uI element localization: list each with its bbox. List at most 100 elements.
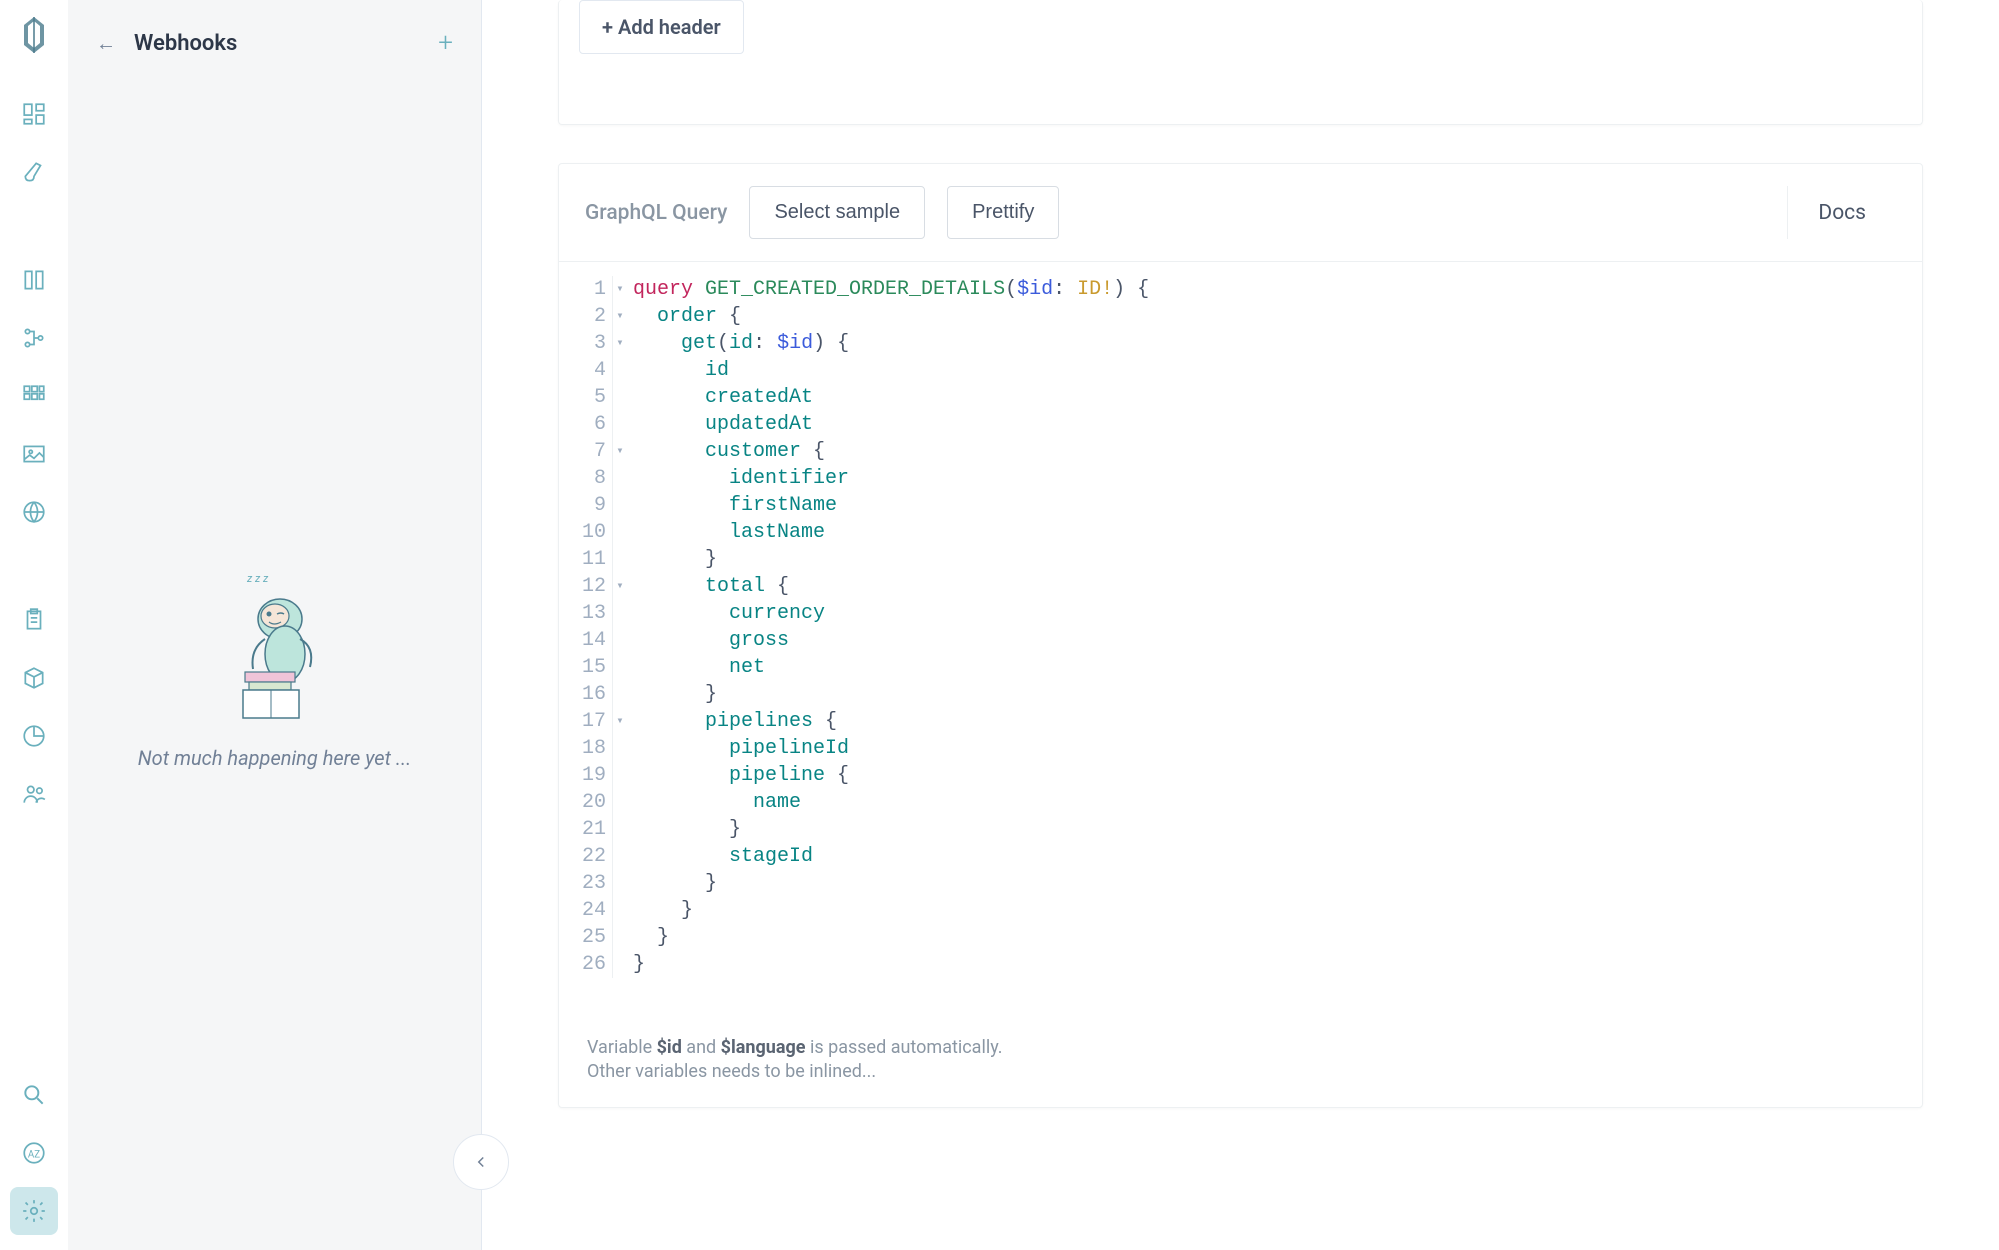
clipboard-icon[interactable] xyxy=(10,596,58,644)
fold-marker xyxy=(613,519,627,546)
code-line[interactable]: query GET_CREATED_ORDER_DETAILS($id: ID!… xyxy=(633,276,1922,303)
code-line[interactable]: } xyxy=(633,681,1922,708)
collapse-panel-button[interactable] xyxy=(453,1134,509,1190)
fold-marker xyxy=(613,465,627,492)
prettify-button[interactable]: Prettify xyxy=(947,186,1059,239)
code-line[interactable]: lastName xyxy=(633,519,1922,546)
line-number: 7 xyxy=(559,438,606,465)
fold-marker xyxy=(613,735,627,762)
code-line[interactable]: customer { xyxy=(633,438,1922,465)
panel-title: Webhooks xyxy=(134,31,420,56)
fold-marker[interactable]: ▾ xyxy=(613,708,627,735)
code-line[interactable]: createdAt xyxy=(633,384,1922,411)
fold-marker xyxy=(613,816,627,843)
line-number: 18 xyxy=(559,735,606,762)
line-number: 23 xyxy=(559,870,606,897)
line-number: 11 xyxy=(559,546,606,573)
code-line[interactable]: total { xyxy=(633,573,1922,600)
fold-marker xyxy=(613,681,627,708)
fold-marker xyxy=(613,600,627,627)
line-number: 15 xyxy=(559,654,606,681)
fold-marker[interactable]: ▾ xyxy=(613,438,627,465)
code-line[interactable]: } xyxy=(633,816,1922,843)
line-number: 4 xyxy=(559,357,606,384)
line-number: 16 xyxy=(559,681,606,708)
code-line[interactable]: name xyxy=(633,789,1922,816)
fold-marker[interactable]: ▾ xyxy=(613,276,627,303)
translate-icon[interactable]: AZ xyxy=(10,1129,58,1177)
line-number: 19 xyxy=(559,762,606,789)
fold-marker[interactable]: ▾ xyxy=(613,573,627,600)
code-line[interactable]: id xyxy=(633,357,1922,384)
grid-icon[interactable] xyxy=(10,372,58,420)
fold-marker xyxy=(613,762,627,789)
nav-rail: AZ xyxy=(0,0,68,1250)
fold-marker xyxy=(613,357,627,384)
code-line[interactable]: stageId xyxy=(633,843,1922,870)
settings-icon[interactable] xyxy=(10,1187,58,1235)
design-icon[interactable] xyxy=(10,148,58,196)
code-line[interactable]: updatedAt xyxy=(633,411,1922,438)
code-line[interactable]: pipelineId xyxy=(633,735,1922,762)
code-line[interactable]: identifier xyxy=(633,465,1922,492)
image-icon[interactable] xyxy=(10,430,58,478)
box-icon[interactable] xyxy=(10,654,58,702)
line-number: 12 xyxy=(559,573,606,600)
select-sample-button[interactable]: Select sample xyxy=(749,186,925,239)
code-line[interactable]: pipeline { xyxy=(633,762,1922,789)
add-header-button[interactable]: + Add header xyxy=(579,0,744,54)
line-number: 13 xyxy=(559,600,606,627)
fold-marker xyxy=(613,492,627,519)
line-number: 25 xyxy=(559,924,606,951)
line-number: 1 xyxy=(559,276,606,303)
headers-card: + Add header xyxy=(558,0,1923,125)
line-number: 21 xyxy=(559,816,606,843)
line-number: 24 xyxy=(559,897,606,924)
line-number: 3 xyxy=(559,330,606,357)
schema-icon[interactable] xyxy=(10,314,58,362)
empty-state-text: Not much happening here yet ... xyxy=(138,744,411,772)
docs-link[interactable]: Docs xyxy=(1818,201,1866,225)
logo-icon xyxy=(18,15,50,55)
line-number: 5 xyxy=(559,384,606,411)
add-webhook-button[interactable]: + xyxy=(438,30,453,56)
sloth-illustration-icon: z z z xyxy=(205,564,345,724)
line-number: 6 xyxy=(559,411,606,438)
code-line[interactable]: order { xyxy=(633,303,1922,330)
side-panel: ← Webhooks + z z z Not much happening he… xyxy=(68,0,482,1250)
code-line[interactable]: } xyxy=(633,546,1922,573)
line-number: 20 xyxy=(559,789,606,816)
fold-marker[interactable]: ▾ xyxy=(613,330,627,357)
fold-marker[interactable]: ▾ xyxy=(613,303,627,330)
code-line[interactable]: net xyxy=(633,654,1922,681)
fold-marker xyxy=(613,789,627,816)
code-editor[interactable]: 1234567891011121314151617181920212223242… xyxy=(559,262,1922,1018)
line-number: 10 xyxy=(559,519,606,546)
fold-marker xyxy=(613,627,627,654)
fold-marker xyxy=(613,897,627,924)
globe-icon[interactable] xyxy=(10,488,58,536)
fold-marker xyxy=(613,951,627,978)
search-icon[interactable] xyxy=(10,1071,58,1119)
users-icon[interactable] xyxy=(10,770,58,818)
line-number: 9 xyxy=(559,492,606,519)
code-line[interactable]: } xyxy=(633,924,1922,951)
code-line[interactable]: firstName xyxy=(633,492,1922,519)
catalog-icon[interactable] xyxy=(10,256,58,304)
code-line[interactable]: } xyxy=(633,951,1922,978)
code-line[interactable]: } xyxy=(633,870,1922,897)
back-arrow-icon[interactable]: ← xyxy=(96,33,116,53)
main-content: + Add header GraphQL Query Select sample… xyxy=(482,0,1999,1250)
code-line[interactable]: get(id: $id) { xyxy=(633,330,1922,357)
code-line[interactable]: currency xyxy=(633,600,1922,627)
query-footer-note: Variable $id and $language is passed aut… xyxy=(559,1018,1922,1107)
code-line[interactable]: pipelines { xyxy=(633,708,1922,735)
line-number: 14 xyxy=(559,627,606,654)
chart-icon[interactable] xyxy=(10,712,58,760)
code-line[interactable]: } xyxy=(633,897,1922,924)
graphql-query-card: GraphQL Query Select sample Prettify Doc… xyxy=(558,163,1923,1108)
line-number: 17 xyxy=(559,708,606,735)
fold-marker xyxy=(613,384,627,411)
code-line[interactable]: gross xyxy=(633,627,1922,654)
dashboard-icon[interactable] xyxy=(10,90,58,138)
